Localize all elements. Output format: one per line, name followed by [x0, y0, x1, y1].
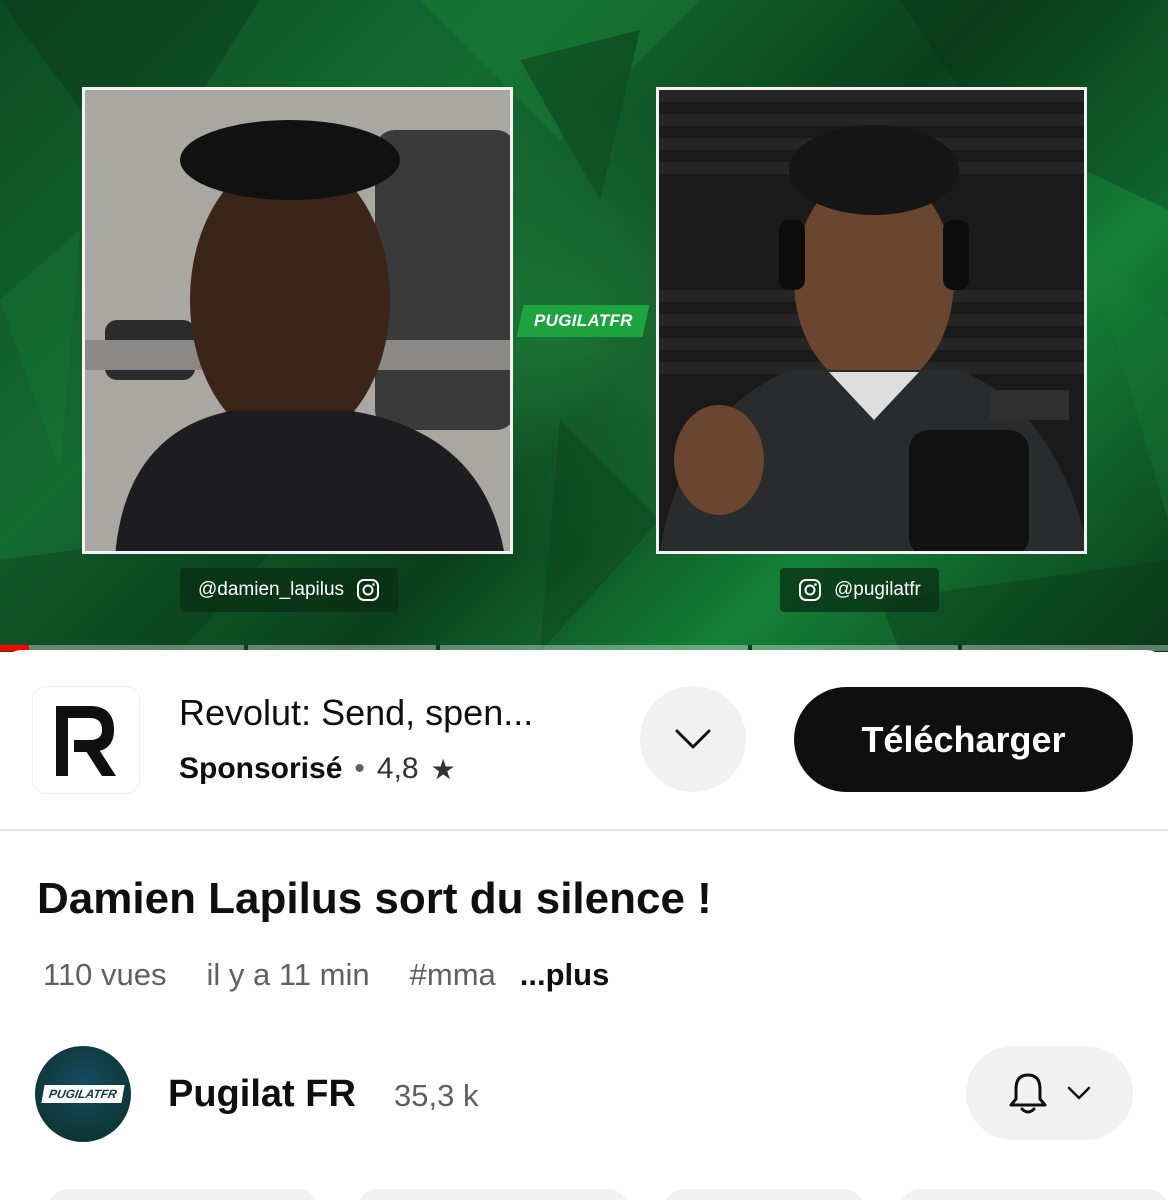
logo-text: PUGILATFR: [533, 311, 633, 330]
revolut-logo[interactable]: [32, 686, 140, 794]
bell-icon: [1009, 1073, 1046, 1114]
right-handle-text: @pugilatfr: [834, 579, 921, 600]
right-handle-tag: @pugilatfr: [780, 568, 939, 612]
guest-person-image: [85, 90, 510, 551]
ad-rating: 4,8: [376, 752, 419, 785]
ad-title[interactable]: Revolut: Send, spen...: [179, 692, 533, 734]
hashtag-link[interactable]: #mma: [410, 957, 496, 993]
avatar-logo-text: PUGILATFR: [41, 1085, 125, 1103]
upload-time: il y a 11 min: [206, 957, 370, 992]
instagram-icon: [357, 579, 380, 601]
download-button[interactable]: Télécharger: [794, 687, 1133, 792]
chevron-down-icon: [1067, 1086, 1090, 1100]
subscriber-count: 35,3 k: [394, 1078, 479, 1113]
video-title[interactable]: Damien Lapilus sort du silence !: [37, 874, 712, 924]
divider: [0, 829, 1168, 831]
video-meta[interactable]: 110 vues il y a 11 min #mma ...plus: [43, 957, 609, 993]
chevron-down-icon: [675, 729, 711, 749]
action-chip[interactable]: [358, 1189, 628, 1200]
view-count: 110 vues: [43, 957, 167, 992]
ad-expand-button[interactable]: [640, 686, 746, 792]
left-guest-frame: [82, 87, 513, 554]
more-link[interactable]: ...plus: [520, 957, 610, 993]
action-chip[interactable]: [48, 1189, 318, 1200]
ad-meta: Sponsorisé • 4,8 ★: [179, 752, 456, 786]
revolut-logo-mark: [56, 706, 116, 776]
right-host-frame: [656, 87, 1087, 554]
star-icon: ★: [430, 753, 456, 785]
pugilatfr-logo: PUGILATFR: [516, 305, 650, 337]
video-player[interactable]: PUGILATFR @damien_lapilus @pugilatfr: [0, 0, 1168, 652]
sponsored-label: Sponsorisé: [179, 752, 343, 785]
meta-separator: •: [354, 752, 365, 785]
channel-name[interactable]: Pugilat FR: [168, 1073, 356, 1116]
notifications-button[interactable]: [966, 1046, 1133, 1140]
action-chip[interactable]: [900, 1189, 1168, 1200]
action-chip[interactable]: [664, 1189, 864, 1200]
instagram-icon: [799, 579, 821, 601]
left-handle-tag: @damien_lapilus: [180, 568, 399, 612]
host-person-image: [659, 90, 1084, 551]
left-handle-text: @damien_lapilus: [198, 579, 345, 600]
channel-avatar[interactable]: PUGILATFR: [35, 1046, 131, 1142]
